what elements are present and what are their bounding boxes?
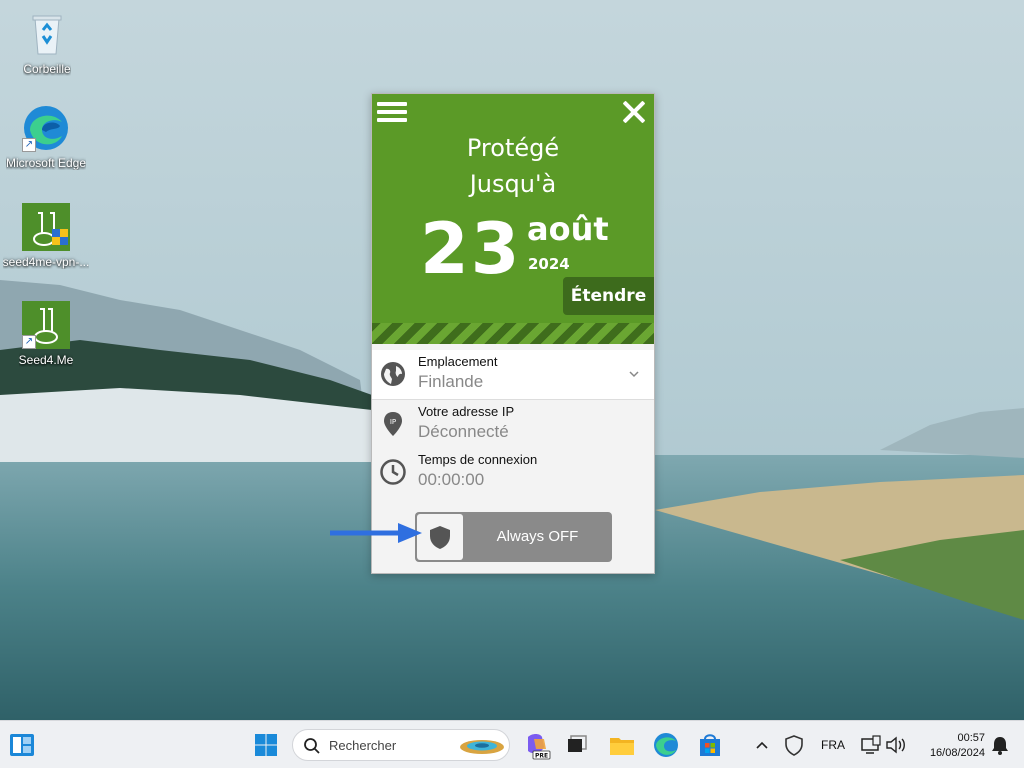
desktop-icon-label: Corbeille [23, 62, 71, 76]
widgets-icon [10, 734, 34, 756]
desktop-icon-edge[interactable]: ↗ Microsoft Edge [0, 104, 94, 170]
seed4me-icon: ↗ [22, 301, 70, 349]
hamburger-menu-button[interactable] [377, 102, 407, 124]
task-view-button[interactable] [560, 729, 592, 761]
expiry-day: 23 [420, 208, 522, 290]
seed4me-installer-icon [22, 203, 70, 251]
location-value: Finlande [418, 372, 484, 391]
ip-label: Votre adresse IP [418, 404, 515, 419]
desktop-icon-seed4me[interactable]: ↗ Seed4.Me [0, 301, 94, 367]
store-button[interactable] [694, 729, 726, 761]
copilot-icon: PRE [528, 734, 551, 760]
edge-icon: ↗ [22, 104, 70, 152]
location-label: Emplacement [418, 354, 498, 369]
status-protected: Protégé [466, 134, 560, 162]
connection-time-label: Temps de connexion [418, 452, 538, 467]
toggle-knob[interactable] [417, 514, 463, 560]
start-button[interactable] [250, 729, 282, 761]
bell-icon [992, 737, 1008, 755]
desktop-icon-label: seed4me-vpn-... [2, 255, 90, 269]
copilot-button[interactable]: PRE [520, 729, 552, 761]
tray-vpn-button[interactable] [778, 729, 810, 761]
show-hidden-icons-button[interactable] [746, 729, 778, 761]
desktop-icon-label: Microsoft Edge [5, 156, 87, 170]
location-selector[interactable]: Emplacement Finlande [372, 350, 654, 400]
annotation-arrow-icon [330, 523, 422, 543]
toggle-label: Always OFF [496, 528, 579, 545]
clock-date: 16/08/2024 [929, 747, 985, 759]
shortcut-arrow-icon: ↗ [22, 335, 36, 349]
ip-location-pin-icon: IP [384, 412, 402, 436]
shortcut-arrow-icon: ↗ [22, 138, 36, 152]
desktop-icon-label: Seed4.Me [18, 353, 74, 367]
connection-time-row: Temps de connexion 00:00:00 [372, 448, 654, 496]
notifications-button[interactable] [984, 729, 1016, 761]
windows-logo-icon [255, 734, 277, 756]
shield-icon [785, 735, 803, 756]
task-view-icon [568, 735, 587, 752]
recycle-bin-icon [23, 10, 71, 58]
connection-time-value: 00:00:00 [418, 470, 485, 489]
search-highlight-icon [460, 740, 504, 754]
file-explorer-button[interactable] [606, 729, 638, 761]
extend-button[interactable]: Étendre [563, 277, 654, 315]
status-until: Jusqu'à [469, 170, 557, 198]
volume-icon [886, 736, 905, 754]
clock-icon [380, 459, 406, 485]
striped-divider [372, 323, 654, 344]
edge-taskbar-button[interactable] [650, 729, 682, 761]
seed4me-vpn-window: Protégé Jusqu'à 23 août 2024 Étendre Emp… [371, 93, 655, 574]
edge-icon [654, 733, 678, 757]
vpn-status-header: Protégé Jusqu'à 23 août 2024 Étendre [372, 94, 654, 344]
globe-icon [381, 362, 405, 386]
expiry-month: août [527, 210, 609, 248]
shield-icon [430, 526, 450, 549]
ip-value: Déconnecté [418, 422, 509, 441]
taskbar-clock[interactable]: 00:57 16/08/2024 [915, 731, 985, 761]
language-indicator[interactable]: FRA [821, 738, 845, 752]
chevron-up-icon [756, 741, 768, 749]
taskbar-search-box[interactable]: Rechercher [292, 729, 510, 761]
store-icon [700, 734, 720, 756]
folder-icon [610, 738, 634, 755]
close-icon[interactable] [620, 98, 648, 126]
desktop-icon-recycle-bin[interactable]: Corbeille [0, 10, 95, 76]
search-placeholder: Rechercher [329, 738, 397, 753]
svg-text:PRE: PRE [535, 753, 548, 760]
widgets-button[interactable] [6, 729, 38, 761]
desktop-icon-seed4me-installer[interactable]: seed4me-vpn-... [0, 203, 94, 269]
taskbar: Rechercher PRE FRA 00:57 16/08/2024 [0, 720, 1024, 768]
clock-time: 00:57 [957, 732, 985, 744]
svg-text:IP: IP [390, 418, 396, 426]
search-icon [304, 738, 320, 754]
always-on-toggle[interactable]: Always OFF [415, 512, 612, 562]
expiry-year: 2024 [528, 255, 570, 273]
chevron-down-icon [629, 371, 639, 378]
volume-button[interactable] [879, 729, 911, 761]
ip-address-row: IP Votre adresse IP Déconnecté [372, 400, 654, 448]
